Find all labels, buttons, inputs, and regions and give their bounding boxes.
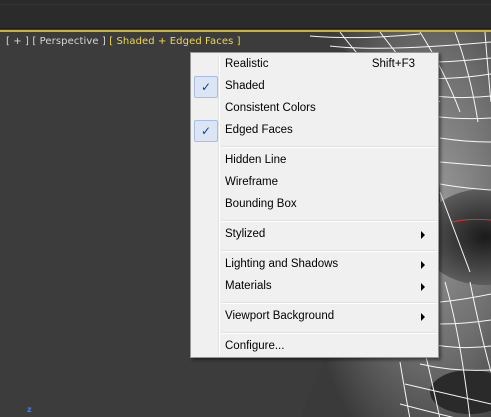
menu-item-label: Bounding Box — [225, 198, 297, 210]
viewport-point-of-view-menu[interactable]: [ Perspective ] — [32, 36, 106, 47]
menu-item-viewport-background[interactable]: Viewport Background — [193, 306, 436, 328]
menu-item-label: Shaded — [225, 80, 265, 92]
menu-item-label: Viewport Background — [225, 310, 335, 322]
menu-item-label: Configure... — [225, 340, 285, 352]
menu-item-realistic[interactable]: Realistic Shift+F3 — [193, 54, 436, 76]
viewport-label: [ + ] [ Perspective ] [ Shaded + Edged F… — [6, 36, 241, 47]
menu-item-label: Stylized — [225, 228, 266, 240]
menu-item-stylized[interactable]: Stylized — [193, 224, 436, 246]
menu-separator — [221, 220, 436, 222]
viewport-shading-menu[interactable]: [ Shaded + Edged Faces ] — [109, 36, 240, 47]
menu-item-consistent-colors[interactable]: Consistent Colors — [193, 98, 436, 120]
menu-item-label: Lighting and Shadows — [225, 258, 339, 270]
menu-item-label: Consistent Colors — [225, 102, 316, 114]
top-toolbar — [0, 0, 491, 29]
submenu-arrow-icon — [421, 231, 425, 239]
menu-item-shortcut: Shift+F3 — [371, 58, 415, 70]
submenu-arrow-icon — [421, 283, 425, 291]
menu-item-edged-faces[interactable]: ✓ Edged Faces — [193, 120, 436, 142]
menu-item-materials[interactable]: Materials — [193, 276, 436, 298]
checkmark-icon: ✓ — [194, 76, 218, 98]
shading-context-menu: Realistic Shift+F3 ✓ Shaded Consistent C… — [190, 52, 439, 358]
menu-item-bounding-box[interactable]: Bounding Box — [193, 194, 436, 216]
menu-separator — [221, 146, 436, 148]
menu-item-label: Materials — [225, 280, 272, 292]
menu-item-label: Hidden Line — [225, 154, 287, 166]
menu-item-hidden-line[interactable]: Hidden Line — [193, 150, 436, 172]
menu-separator — [221, 332, 436, 334]
viewport-general-menu[interactable]: [ + ] — [6, 36, 29, 47]
app-window: [ + ] [ Perspective ] [ Shaded + Edged F… — [0, 0, 491, 417]
menu-item-configure[interactable]: Configure... — [193, 336, 436, 358]
submenu-arrow-icon — [421, 261, 425, 269]
menu-item-lighting-and-shadows[interactable]: Lighting and Shadows — [193, 254, 436, 276]
menu-item-label: Edged Faces — [225, 124, 293, 136]
menu-separator — [221, 250, 436, 252]
menu-item-label: Realistic — [225, 58, 269, 70]
submenu-arrow-icon — [421, 313, 425, 321]
menu-item-label: Wireframe — [225, 176, 279, 188]
axis-tripod-z-label: z — [27, 405, 32, 414]
menu-item-shaded[interactable]: ✓ Shaded — [193, 76, 436, 98]
menu-item-wireframe[interactable]: Wireframe — [193, 172, 436, 194]
menu-separator — [221, 302, 436, 304]
checkmark-icon: ✓ — [194, 120, 218, 142]
